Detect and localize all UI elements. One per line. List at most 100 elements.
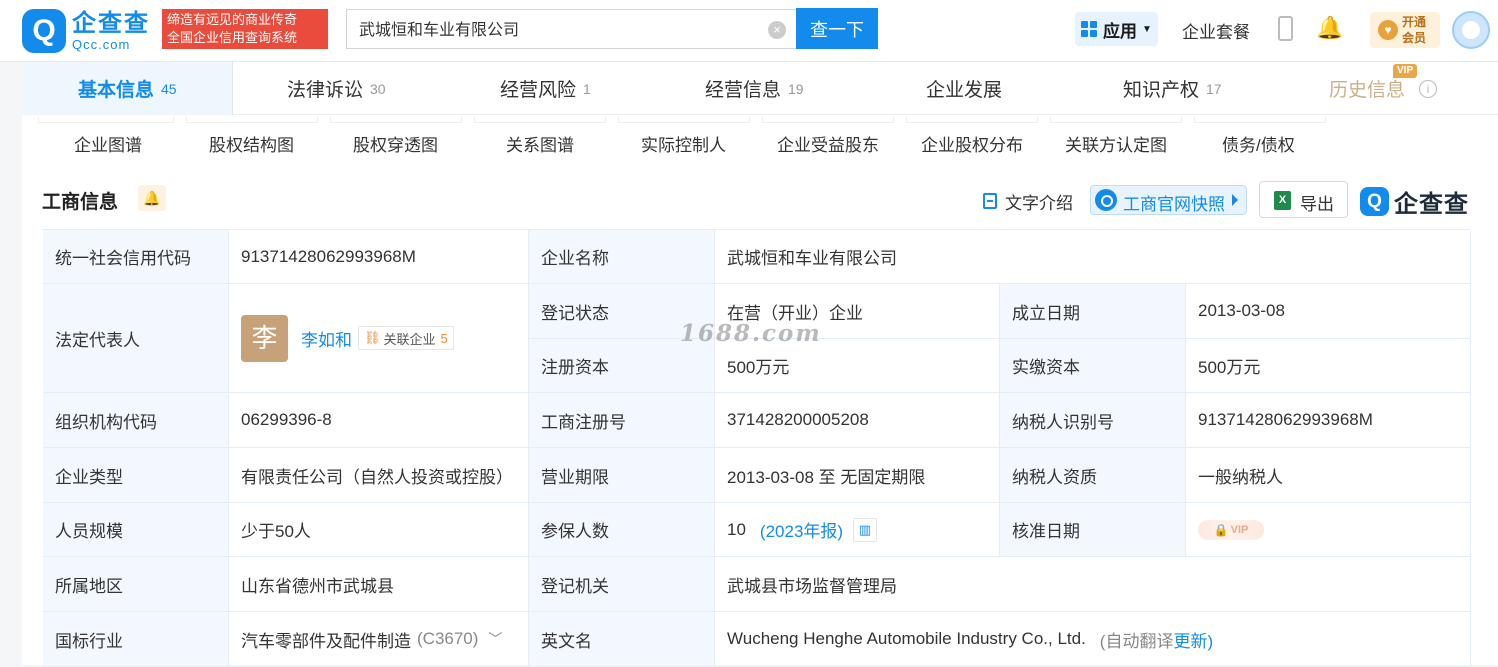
search-input[interactable] <box>359 19 749 37</box>
staff-size-label: 人员规模 <box>43 503 229 557</box>
org-code-label: 组织机构代码 <box>43 393 229 448</box>
tab-ip[interactable]: 知识产权 17 <box>1123 62 1222 115</box>
search-box: × <box>346 9 796 49</box>
business-info-section: 工商信息 🔔 文字介绍 工商官网快照 X 导出 Q 企查查 统一社会信用代码 9… <box>22 165 1498 667</box>
user-avatar[interactable] <box>1452 11 1490 49</box>
top-bar: Q 企查查 Qcc.com 缔造有远见的商业传奇 全国企业信用查询系统 × 查一… <box>0 0 1498 62</box>
chevron-down-icon[interactable]: ﹀ <box>488 629 502 649</box>
legal-rep-label: 法定代表人 <box>43 284 229 393</box>
brand-name: 企查查 <box>1394 191 1469 218</box>
subnav-equity-distribution[interactable]: 企业股权分布 <box>921 131 1023 156</box>
caret-down-icon: ▼ <box>1142 23 1152 35</box>
mobile-icon[interactable] <box>1278 16 1293 41</box>
notification-bell-icon[interactable]: 🔔 <box>1316 15 1343 41</box>
english-name-value: Wucheng Henghe Automobile Industry Co., … <box>727 629 1086 648</box>
vip-open-button[interactable]: ♥ 开通 会员 <box>1370 12 1440 48</box>
text-intro-link[interactable]: 文字介绍 <box>1005 189 1073 214</box>
vip-line-2: 会员 <box>1402 31 1427 45</box>
legal-rep-avatar[interactable]: 李 <box>241 314 288 362</box>
main-tabs: 基本信息 45 法律诉讼 30 经营风险 1 经营信息 19 企业发展 知识产权 17 历… <box>22 62 1498 115</box>
slogan-line-1: 缔造有远见的商业传奇 <box>167 12 298 27</box>
site-logo[interactable]: Q 企查查 Qcc.com <box>22 9 150 53</box>
industry-cell[interactable]: 汽车零部件及配件制造 (C3670) ﹀ <box>229 612 529 667</box>
slogan-banner: 缔造有远见的商业传奇 全国企业信用查询系统 <box>162 9 328 49</box>
legal-rep-name[interactable]: 李如和 <box>301 326 352 351</box>
vip-locked-value[interactable]: 🔒 VIP <box>1198 519 1264 540</box>
subnav-related-party[interactable]: 关联方认定图 <box>1065 131 1167 156</box>
document-icon <box>983 193 997 209</box>
related-company-badge[interactable]: ⛓ 关联企业 5 <box>358 326 454 350</box>
app-menu-label: 应用 <box>1103 21 1138 41</box>
watermark: 1688.com <box>680 320 822 347</box>
subnav-actual-controller[interactable]: 实际控制人 <box>641 131 726 156</box>
biz-term-label: 营业期限 <box>529 448 715 503</box>
insured-value: 10 <box>727 519 746 539</box>
arrow-right-icon <box>1232 194 1238 206</box>
english-name-label: 英文名 <box>529 612 715 667</box>
founded-value: 2013-03-08 <box>1186 284 1471 339</box>
reg-authority-value: 武城县市场监督管理局 <box>715 557 1471 612</box>
industry-value: 汽车零部件及配件制造 <box>241 631 411 651</box>
biz-reg-no-value: 371428200005208 <box>715 393 1000 448</box>
snapshot-icon <box>1095 189 1117 211</box>
reg-capital-value: 500万元 <box>715 339 1000 393</box>
app-menu-button[interactable]: 应用 ▼ <box>1075 12 1158 46</box>
company-name-value[interactable]: 武城恒和车业有限公司 <box>715 230 1471 284</box>
insured-cell: 10 (2023年报) ▥ <box>715 503 1000 557</box>
subnav-enterprise-graph[interactable]: 企业图谱 <box>74 131 142 156</box>
logo-en: Qcc.com <box>72 36 131 52</box>
subnav-relation-graph[interactable]: 关系图谱 <box>506 131 574 156</box>
brand-logo-icon: Q <box>1360 187 1389 216</box>
reg-authority-label: 登记机关 <box>529 557 715 612</box>
industry-code: (C3670) <box>417 629 479 648</box>
paid-capital-label: 实缴资本 <box>1000 339 1186 393</box>
graph-subnav: 企业图谱 股权结构图 股权穿透图 关系图谱 实际控制人 企业受益股东 企业股权分… <box>22 115 1498 165</box>
subnav-equity-structure[interactable]: 股权结构图 <box>209 131 294 156</box>
region-value: 山东省德州市武城县 <box>229 557 529 612</box>
english-name-cell: Wucheng Henghe Automobile Industry Co., … <box>715 612 1471 667</box>
tab-business-risk[interactable]: 经营风险 1 <box>500 62 591 115</box>
credit-code-value[interactable]: 91371428062993968M <box>229 230 529 284</box>
tab-litigation[interactable]: 法律诉讼 30 <box>287 62 386 115</box>
staff-size-value: 少于50人 <box>229 503 529 557</box>
export-label: 导出 <box>1300 195 1334 214</box>
vip-heart-icon: ♥ <box>1378 20 1398 40</box>
tab-development[interactable]: 企业发展 <box>926 62 1002 115</box>
subnav-beneficial-owner[interactable]: 企业受益股东 <box>777 131 879 156</box>
export-button[interactable]: X 导出 <box>1259 181 1348 218</box>
annual-report-link[interactable]: (2023年报) <box>760 517 843 542</box>
approval-date-cell: 🔒 VIP <box>1186 503 1471 557</box>
info-icon[interactable]: i <box>1419 80 1437 98</box>
company-type-label: 企业类型 <box>43 448 229 503</box>
credit-code-label: 统一社会信用代码 <box>43 230 229 284</box>
logo-cn: 企查查 <box>72 9 150 37</box>
clear-icon[interactable]: × <box>768 21 786 39</box>
subscribe-bell-icon[interactable]: 🔔 <box>138 185 166 211</box>
vip-tag: VIP <box>1393 64 1418 78</box>
subnav-debt[interactable]: 债务/债权 <box>1222 131 1295 156</box>
approval-date-label: 核准日期 <box>1000 503 1186 557</box>
info-table: 统一社会信用代码 91371428062993968M 企业名称 武城恒和车业有… <box>42 229 1471 667</box>
suite-link[interactable]: 企业套餐 <box>1182 18 1250 43</box>
brand-logo: Q 企查查 <box>1360 184 1469 219</box>
logo-icon: Q <box>22 9 66 53</box>
update-link[interactable]: 更新) <box>1173 627 1213 652</box>
trend-chart-icon[interactable]: ▥ <box>853 517 878 542</box>
tab-basic-info[interactable]: 基本信息 45 <box>78 62 177 115</box>
subnav-equity-penetration[interactable]: 股权穿透图 <box>353 131 438 156</box>
lock-icon: 🔒 <box>1213 522 1229 537</box>
biz-reg-no-label: 工商注册号 <box>529 393 715 448</box>
paid-capital-value: 500万元 <box>1186 339 1471 393</box>
search-button[interactable]: 查一下 <box>796 8 878 49</box>
company-type-value: 有限责任公司（自然人投资或控股） <box>229 448 529 503</box>
snapshot-label: 工商官网快照 <box>1123 195 1225 214</box>
tab-business-info[interactable]: 经营信息 19 <box>705 62 804 115</box>
org-code-value: 06299396-8 <box>229 393 529 448</box>
taxpayer-qual-value: 一般纳税人 <box>1186 448 1471 503</box>
legal-rep-cell: 李 李如和 ⛓ 关联企业 5 <box>229 284 529 393</box>
snapshot-button[interactable]: 工商官网快照 <box>1090 185 1247 215</box>
founded-label: 成立日期 <box>1000 284 1186 339</box>
industry-label: 国标行业 <box>43 612 229 667</box>
app-grid-icon <box>1081 21 1098 37</box>
biz-term-value: 2013-03-08 至 无固定期限 <box>715 448 1000 503</box>
